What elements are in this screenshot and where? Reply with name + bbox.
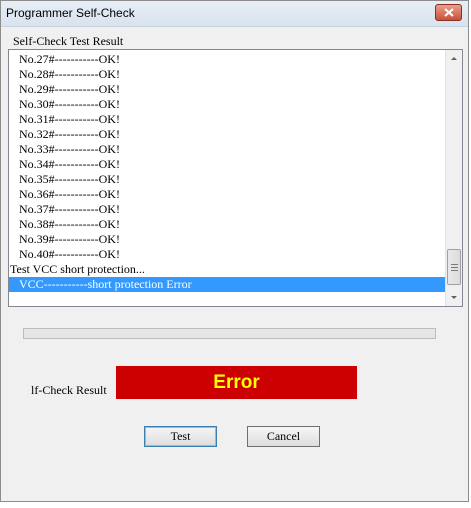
list-item[interactable]: No.30#-----------OK!: [9, 97, 447, 112]
list-item[interactable]: No.40#-----------OK!: [9, 247, 447, 262]
progress-bar: [23, 328, 436, 339]
list-item[interactable]: Test VCC short protection...: [9, 262, 447, 277]
group-label: Self-Check Test Result: [13, 34, 124, 48]
list-item[interactable]: No.38#-----------OK!: [9, 217, 447, 232]
result-listbox[interactable]: No.27#-----------OK! No.28#-----------OK…: [8, 49, 463, 307]
thumb-grip: [451, 264, 458, 265]
list-item[interactable]: No.33#-----------OK!: [9, 142, 447, 157]
cancel-button[interactable]: Cancel: [247, 426, 320, 447]
close-icon: [444, 8, 454, 17]
list-item[interactable]: No.37#-----------OK!: [9, 202, 447, 217]
close-button[interactable]: [435, 4, 462, 21]
list-item[interactable]: No.39#-----------OK!: [9, 232, 447, 247]
list-item[interactable]: No.32#-----------OK!: [9, 127, 447, 142]
result-label: lf-Check Result: [31, 383, 107, 397]
dialog-window: Programmer Self-Check Self-Check Test Re…: [0, 0, 469, 502]
list-item[interactable]: No.36#-----------OK!: [9, 187, 447, 202]
scroll-up-button[interactable]: [446, 50, 462, 67]
list-item[interactable]: No.34#-----------OK!: [9, 157, 447, 172]
scrollbar-thumb[interactable]: [447, 249, 461, 285]
vertical-scrollbar[interactable]: [445, 50, 462, 306]
list-item[interactable]: No.28#-----------OK!: [9, 67, 447, 82]
thumb-grip: [451, 267, 458, 268]
test-button[interactable]: Test: [144, 426, 217, 447]
window-title: Programmer Self-Check: [6, 6, 135, 20]
result-status-box: Error: [116, 366, 357, 399]
result-list: No.27#-----------OK! No.28#-----------OK…: [9, 52, 447, 292]
title-bar[interactable]: Programmer Self-Check: [1, 1, 468, 27]
result-status-text: Error: [213, 371, 260, 393]
scroll-down-arrow-icon: [451, 296, 457, 299]
scroll-down-button[interactable]: [446, 289, 462, 306]
scroll-up-arrow-icon: [451, 57, 457, 60]
list-item[interactable]: No.27#-----------OK!: [9, 52, 447, 67]
list-item-selected[interactable]: VCC-----------short protection Error: [9, 277, 447, 292]
list-item[interactable]: No.35#-----------OK!: [9, 172, 447, 187]
thumb-grip: [451, 270, 458, 271]
list-item[interactable]: No.29#-----------OK!: [9, 82, 447, 97]
list-item[interactable]: No.31#-----------OK!: [9, 112, 447, 127]
